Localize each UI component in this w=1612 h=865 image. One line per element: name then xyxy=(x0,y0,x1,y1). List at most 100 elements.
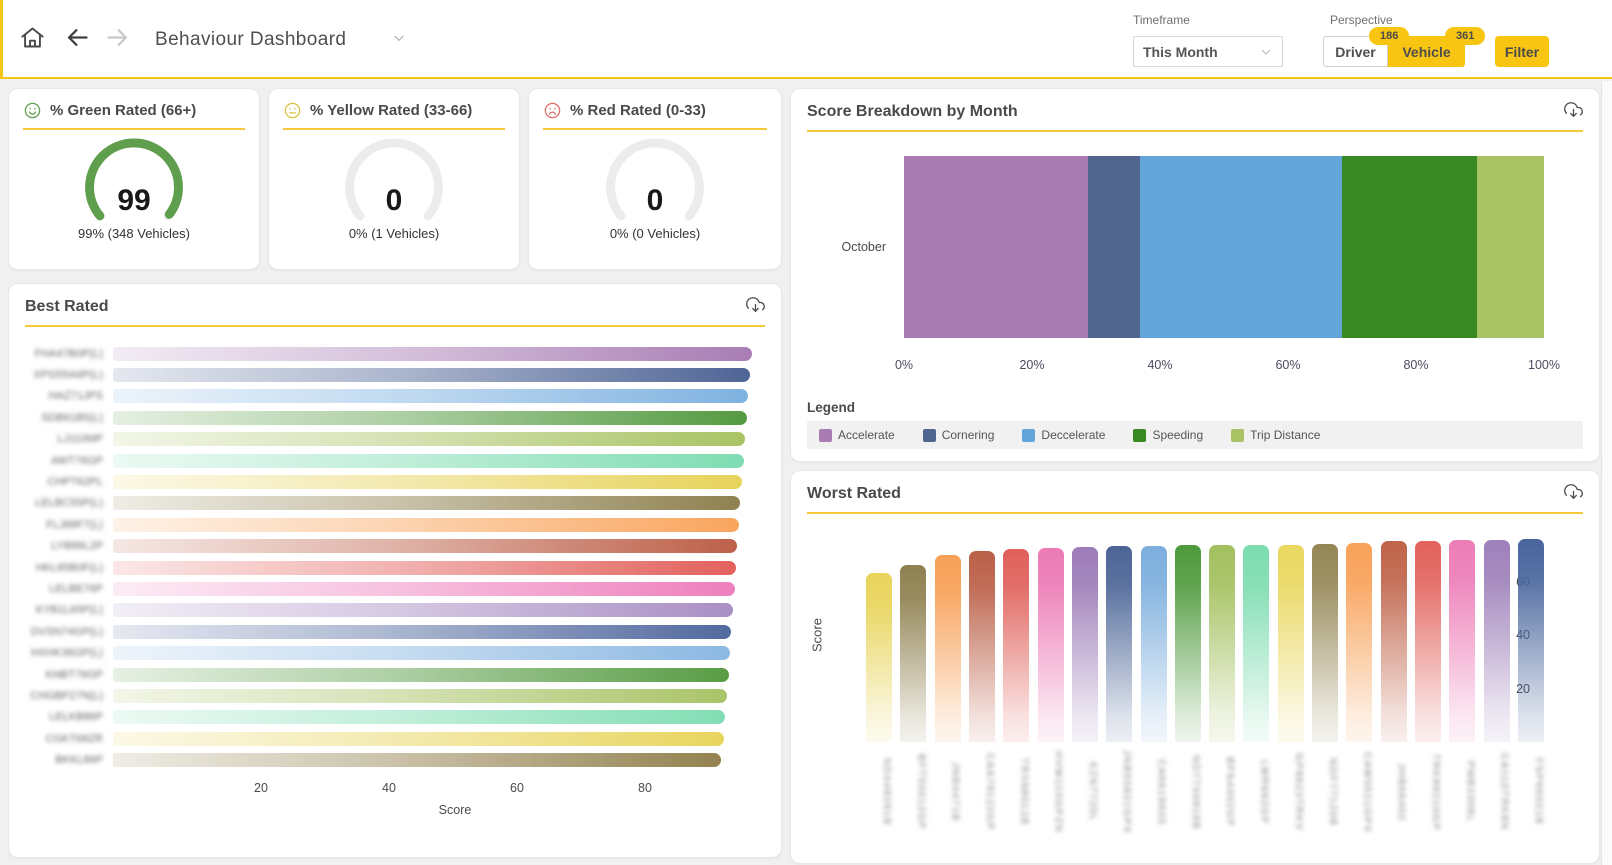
legend-item[interactable]: Deccelerate xyxy=(1022,428,1105,442)
best-rated-row: CHGBP27N(L) xyxy=(19,685,777,706)
best-rated-bar[interactable] xyxy=(113,667,729,682)
title-chevron-down-icon[interactable] xyxy=(391,30,407,49)
best-rated-category-blurred: SDB61B5(L) xyxy=(41,411,103,424)
filter-button[interactable]: Filter xyxy=(1495,36,1549,67)
legend-title: Legend xyxy=(807,400,856,415)
legend-item[interactable]: Speeding xyxy=(1133,428,1203,442)
best-rated-category-blurred: KYB1L65P(L) xyxy=(35,604,103,617)
best-rated-bar[interactable] xyxy=(113,410,748,425)
worst-rated-category-blurred: LWR662GP xyxy=(1258,759,1270,825)
driver-count-badge: 186 xyxy=(1369,27,1410,45)
best-rated-card: Best Rated FHA47B0P(L) XPG55A6P(L) HAZ71… xyxy=(8,283,782,858)
worst-rated-bar[interactable] xyxy=(1380,541,1407,742)
x-tick: 0% xyxy=(894,358,914,372)
best-rated-bar[interactable] xyxy=(113,453,744,468)
best-rated-bar[interactable] xyxy=(113,581,735,596)
legend-swatch xyxy=(1133,428,1147,442)
top-bar: Behaviour Dashboard Timeframe This Month… xyxy=(0,0,1612,79)
home-icon[interactable] xyxy=(19,24,46,54)
best-rated-bar[interactable] xyxy=(113,539,738,554)
x-tick: 60 xyxy=(510,780,524,795)
worst-rated-category-blurred: TRX88012B xyxy=(1018,758,1030,827)
cloud-download-icon[interactable] xyxy=(746,297,765,316)
face-sad-icon xyxy=(544,102,561,119)
best-rated-bar[interactable] xyxy=(113,624,732,639)
legend-swatch xyxy=(1022,428,1036,442)
worst-rated-bar[interactable] xyxy=(934,554,961,742)
worst-rated-bar[interactable] xyxy=(1346,542,1373,742)
best-rated-category-blurred: CHPT62PL xyxy=(47,476,103,489)
segment-speeding[interactable] xyxy=(1341,156,1478,338)
timeframe-select[interactable]: This Month xyxy=(1133,36,1283,67)
worst-rated-bar[interactable] xyxy=(1071,546,1098,742)
worst-rated-bar[interactable] xyxy=(1312,544,1339,742)
worst-rated-category-blurred: BFN4402GP xyxy=(1224,757,1236,828)
best-rated-category-blurred: LELKB86P xyxy=(49,711,103,724)
best-rated-bar[interactable] xyxy=(113,603,733,618)
segment-cornering[interactable] xyxy=(1087,156,1140,338)
worst-rated-bar[interactable] xyxy=(1037,548,1064,742)
best-rated-bar[interactable] xyxy=(113,753,722,768)
best-rated-bar[interactable] xyxy=(113,389,749,404)
best-rated-bar[interactable] xyxy=(113,731,724,746)
worst-rated-category-blurred: GP8823TRKV xyxy=(1292,752,1304,832)
best-rated-bar[interactable] xyxy=(113,560,736,575)
best-rated-bar[interactable] xyxy=(113,346,752,361)
worst-rated-bar[interactable] xyxy=(968,550,995,742)
worst-rated-x-labels: ND448291B BFT55012GP JNB4471B CAA79122GP TRX… xyxy=(866,750,1544,834)
stacked-bar-october xyxy=(904,156,1544,338)
worst-rated-bar[interactable] xyxy=(1243,545,1270,742)
worst-rated-bar[interactable] xyxy=(866,573,892,742)
best-rated-bar[interactable] xyxy=(113,368,751,383)
best-rated-category-blurred: BKKL86P xyxy=(55,754,103,767)
perspective-label: Perspective xyxy=(1330,13,1393,27)
worst-rated-bar[interactable] xyxy=(1277,544,1304,742)
best-rated-bar[interactable] xyxy=(113,688,728,703)
best-rated-category-blurred: CGKT68ZR xyxy=(45,732,103,745)
segment-accelerate[interactable] xyxy=(904,156,1088,338)
section-title: Best Rated xyxy=(25,297,109,315)
worst-rated-bar[interactable] xyxy=(1209,545,1236,742)
segment-trip-distance[interactable] xyxy=(1477,156,1544,338)
worst-rated-bar[interactable] xyxy=(1517,539,1544,742)
best-rated-row: DVSN74GP(L) xyxy=(19,621,777,642)
x-tick: 20 xyxy=(254,780,268,795)
legend-item[interactable]: Trip Distance xyxy=(1231,428,1320,442)
vertical-scrollbar[interactable] xyxy=(1601,81,1612,865)
best-rated-bar[interactable] xyxy=(113,710,726,725)
best-rated-bar[interactable] xyxy=(113,517,740,532)
best-rated-category-blurred: XPG55A6P(L) xyxy=(33,369,103,382)
x-tick: 100% xyxy=(1528,358,1560,372)
worst-rated-bar[interactable] xyxy=(1174,545,1201,742)
segment-deccelerate[interactable] xyxy=(1139,156,1342,338)
vehicle-count-badge: 361 xyxy=(1445,27,1486,45)
cloud-download-icon[interactable] xyxy=(1564,102,1583,121)
best-rated-category-blurred: CHGBP27N(L) xyxy=(30,689,103,702)
worst-rated-bar[interactable] xyxy=(1449,540,1476,742)
worst-rated-bar[interactable] xyxy=(1106,546,1133,742)
best-rated-bar[interactable] xyxy=(113,646,730,661)
best-rated-row: LELBE76P xyxy=(19,578,777,599)
best-rated-category-blurred: DVSN74GP(L) xyxy=(30,625,103,638)
best-rated-bar[interactable] xyxy=(113,432,746,447)
divider xyxy=(807,130,1583,132)
legend-item[interactable]: Cornering xyxy=(922,428,994,442)
worst-rated-bar[interactable] xyxy=(1415,540,1441,742)
back-arrow-icon[interactable] xyxy=(63,24,92,54)
cloud-download-icon[interactable] xyxy=(1564,484,1583,503)
gauge-value: 0 xyxy=(646,184,664,217)
worst-rated-bar[interactable] xyxy=(1003,549,1030,742)
worst-rated-bar[interactable] xyxy=(900,565,927,742)
worst-rated-bar[interactable] xyxy=(1140,545,1167,742)
worst-rated-bar[interactable] xyxy=(1483,539,1510,742)
legend-item[interactable]: Accelerate xyxy=(819,428,895,442)
section-title: Worst Rated xyxy=(807,484,901,502)
best-rated-row: KYB1L65P(L) xyxy=(19,600,777,621)
x-tick: 40% xyxy=(1147,358,1173,372)
forward-arrow-icon[interactable] xyxy=(103,24,132,54)
best-rated-bar[interactable] xyxy=(113,475,743,490)
worst-rated-category-blurred: CAA79122GP xyxy=(983,753,995,832)
timeframe-value: This Month xyxy=(1143,43,1218,60)
best-rated-bar[interactable] xyxy=(113,496,741,511)
worst-rated-category-blurred: PMB3308L xyxy=(1464,761,1476,823)
